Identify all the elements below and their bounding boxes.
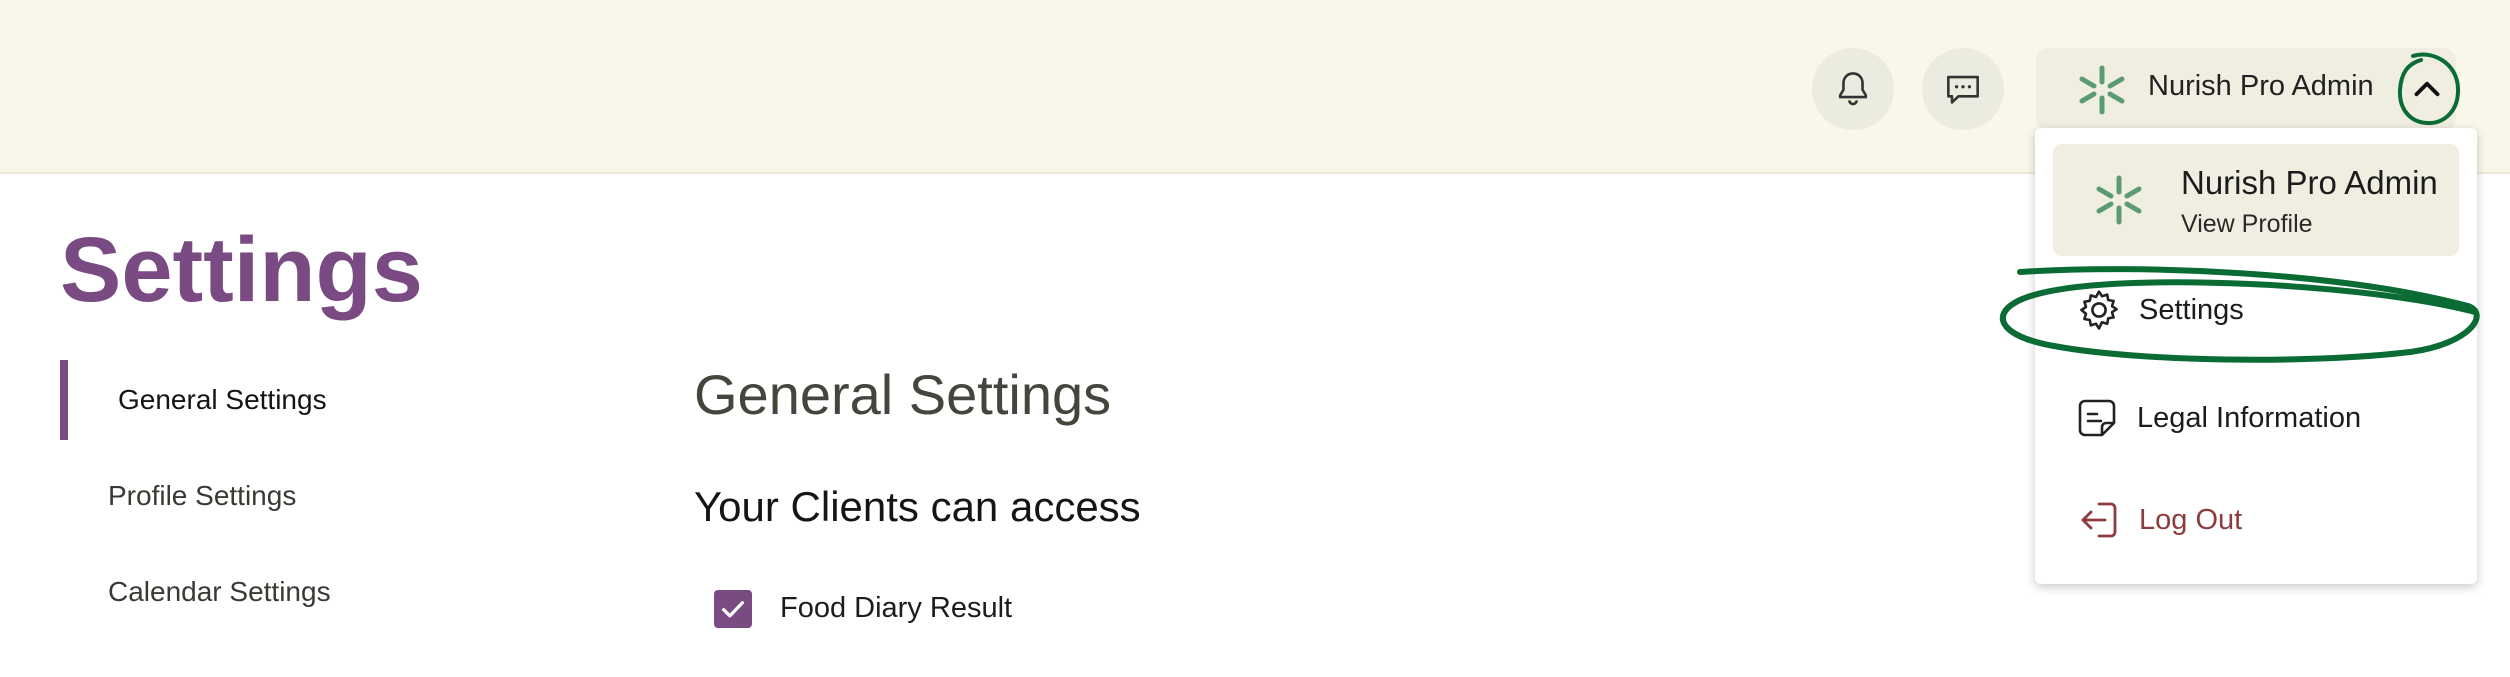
active-nav-indicator <box>60 360 68 440</box>
annotation-ellipse <box>1999 266 2480 363</box>
clients-access-heading: Your Clients can access <box>694 483 1141 530</box>
checkmark-icon <box>722 601 744 618</box>
menu-item-log-out[interactable]: Log Out <box>2075 496 2242 544</box>
nav-item-calendar-settings[interactable]: Calendar Settings <box>108 576 331 608</box>
notifications-button[interactable] <box>1812 48 1894 130</box>
brand-logo-icon <box>2096 175 2142 225</box>
menu-item-legal-information[interactable]: Legal Information <box>2073 394 2361 442</box>
profile-name: Nurish Pro Admin <box>2181 164 2438 201</box>
view-profile-link[interactable]: View Profile <box>2181 210 2313 239</box>
food-diary-checkbox[interactable] <box>714 590 752 628</box>
nav-item-general-settings[interactable]: General Settings <box>118 384 327 416</box>
nav-item-profile-settings[interactable]: Profile Settings <box>108 480 296 512</box>
document-icon <box>2078 399 2116 437</box>
bell-icon <box>1838 72 1868 106</box>
user-name: Nurish Pro Admin <box>2148 70 2374 102</box>
messages-button[interactable] <box>1922 48 2004 130</box>
view-profile-card[interactable]: Nurish Pro Admin View Profile <box>2053 144 2459 256</box>
menu-item-legal-label: Legal Information <box>2137 401 2362 434</box>
chat-icon <box>1947 75 1979 104</box>
user-menu-button[interactable]: Nurish Pro Admin <box>2036 48 2461 130</box>
page-title: Settings <box>60 219 423 321</box>
food-diary-label: Food Diary Result <box>780 592 1013 624</box>
logout-icon <box>2081 502 2117 538</box>
annotation-circle <box>2397 52 2461 126</box>
brand-logo-icon <box>2079 65 2125 115</box>
menu-item-log-out-label: Log Out <box>2139 503 2243 536</box>
section-title: General Settings <box>694 363 1112 426</box>
